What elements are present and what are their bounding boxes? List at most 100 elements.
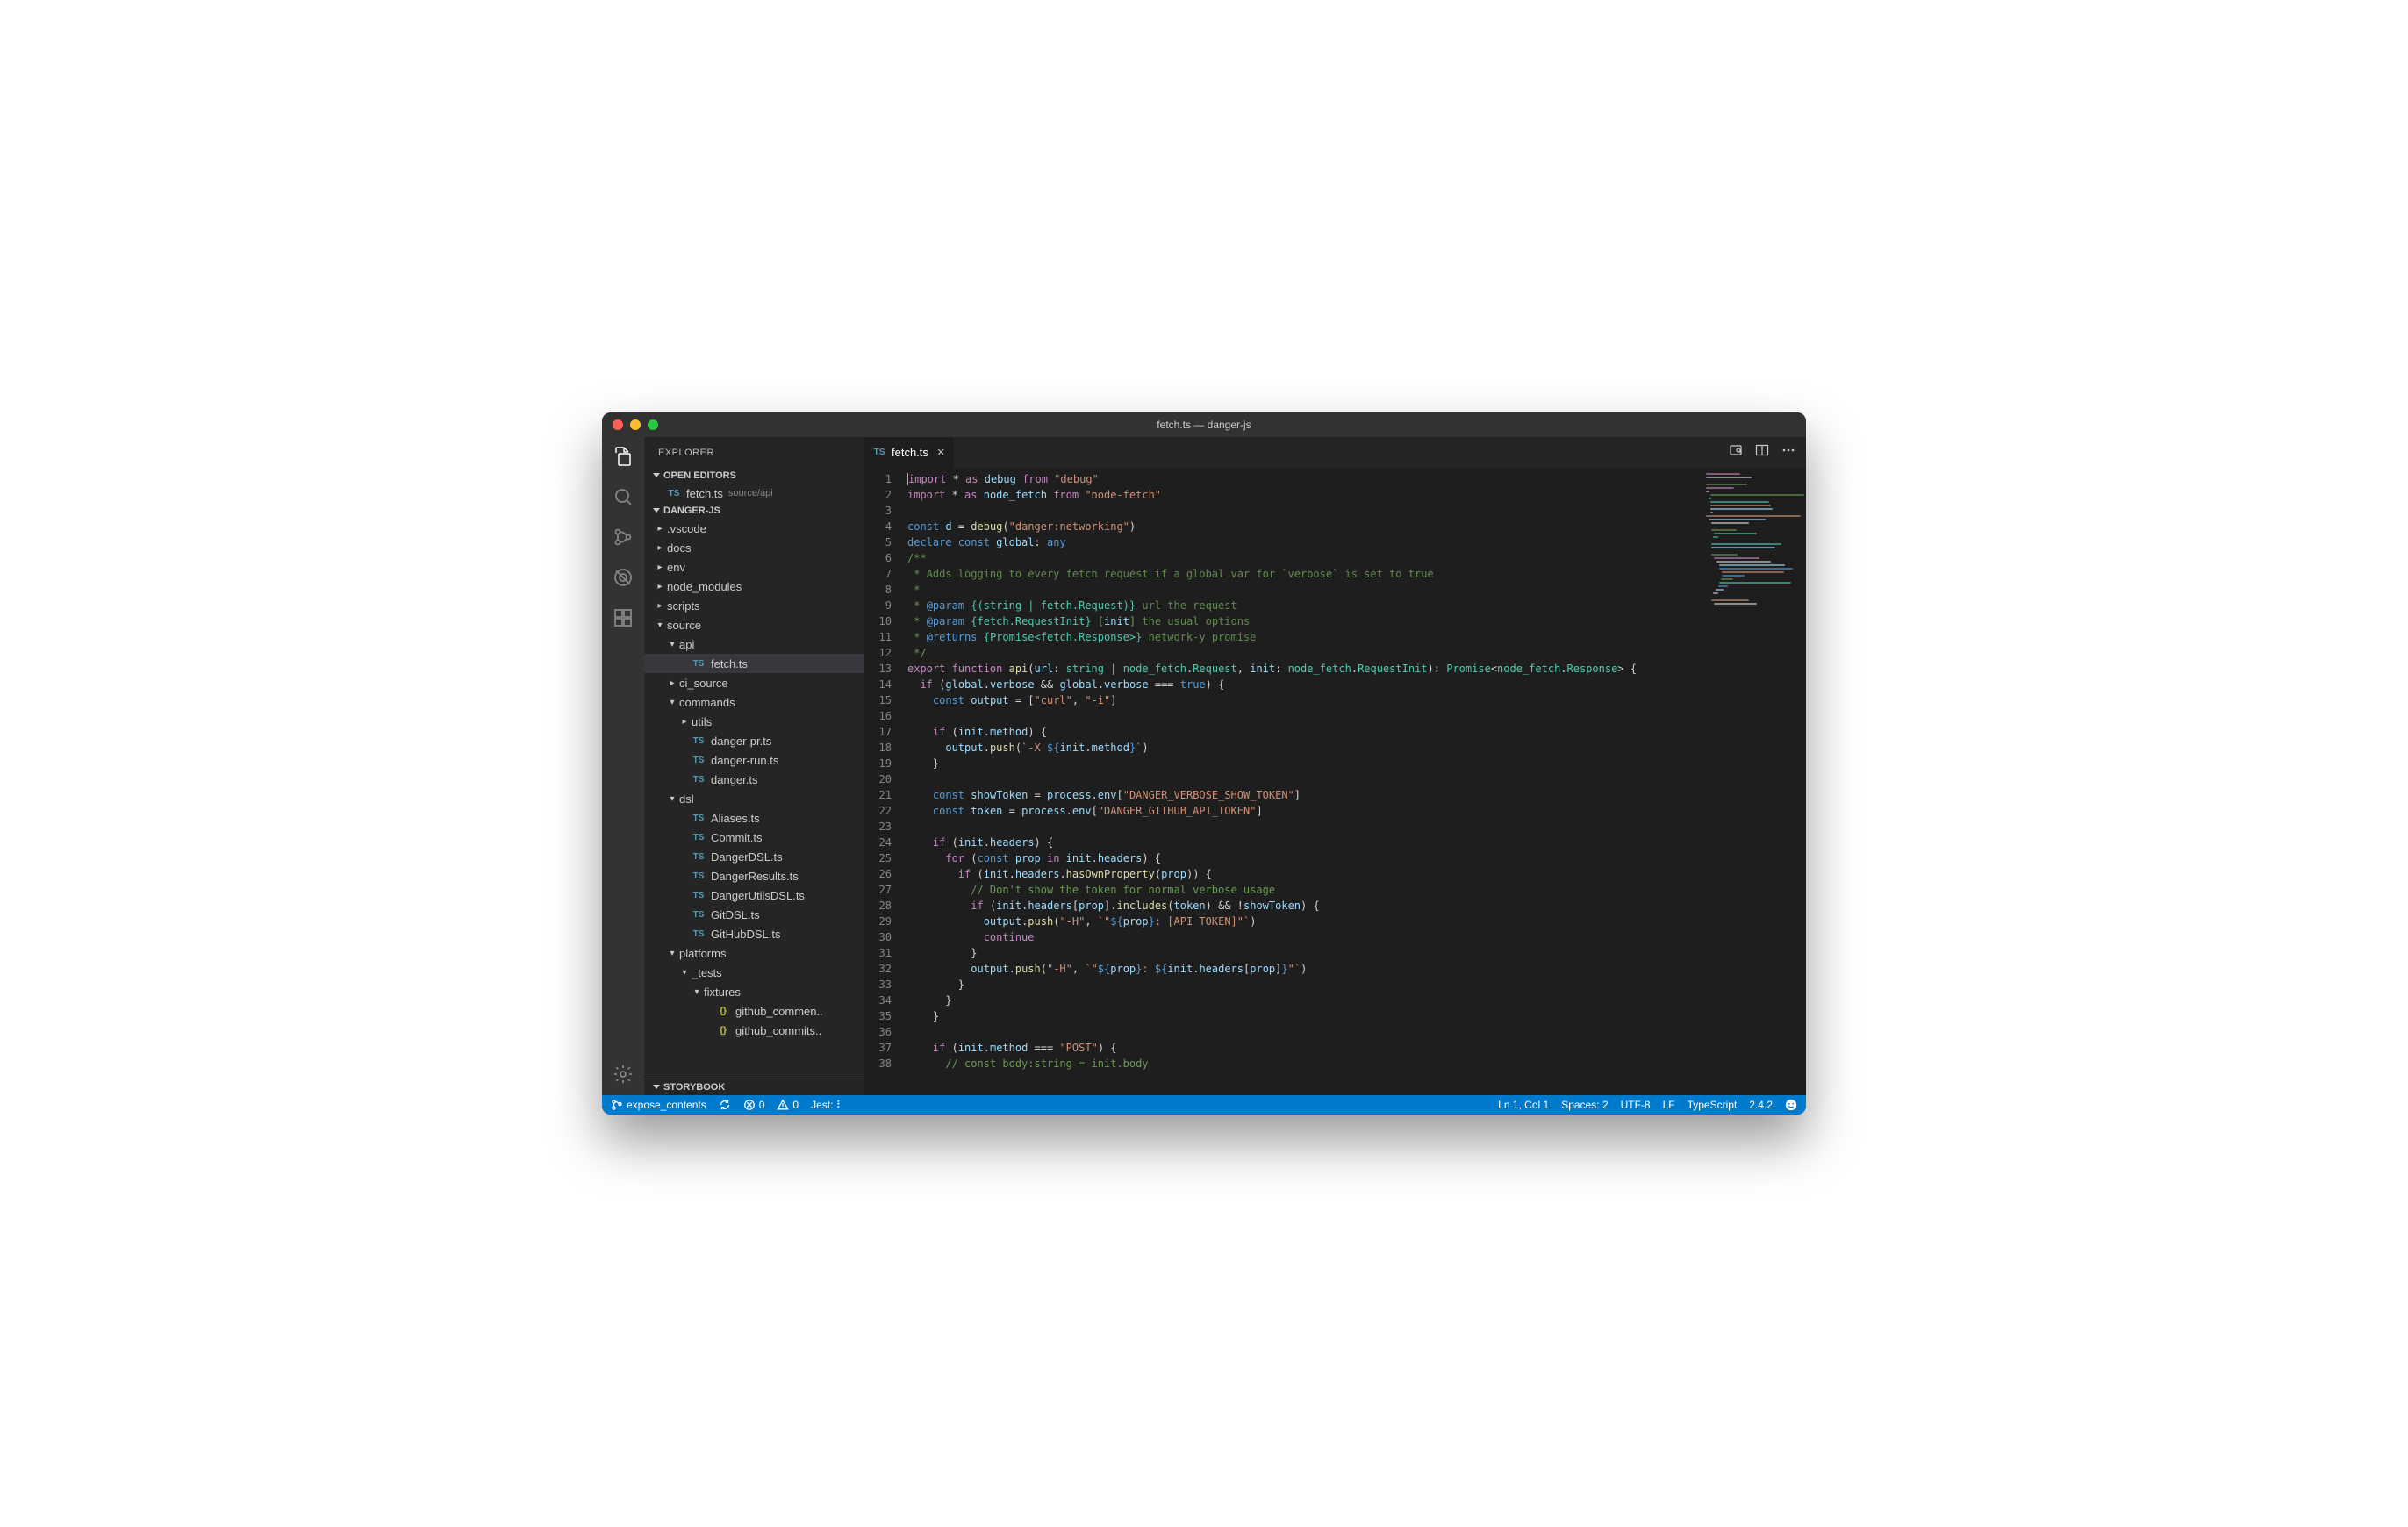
chevron-icon: ▾ (656, 620, 663, 630)
workbench: EXPLORER OPEN EDITORS TSfetch.tssource/a… (602, 437, 1806, 1095)
file-item[interactable]: TSDangerDSL.ts (644, 847, 864, 866)
file-item[interactable]: TSfetch.ts (644, 654, 864, 673)
status-version[interactable]: 2.4.2 (1749, 1099, 1773, 1111)
ts-icon: TS (692, 736, 706, 746)
folder-item[interactable]: ▾fixtures (644, 982, 864, 1001)
chevron-icon: ▸ (669, 678, 676, 688)
close-tab-icon[interactable]: × (937, 445, 945, 460)
close-window[interactable] (613, 419, 623, 430)
ts-icon: TS (692, 775, 706, 785)
chevron-icon: ▸ (656, 543, 663, 553)
zoom-window[interactable] (648, 419, 658, 430)
chevron-icon: ▾ (669, 698, 676, 707)
chevron-icon: ▾ (669, 794, 676, 804)
minimize-window[interactable] (630, 419, 641, 430)
storybook-section[interactable]: STORYBOOK (644, 1079, 864, 1095)
file-item[interactable]: TSdanger-pr.ts (644, 731, 864, 750)
status-sync[interactable] (719, 1099, 731, 1111)
chevron-icon: ▸ (656, 582, 663, 591)
chevron-icon: ▾ (681, 968, 688, 978)
file-item[interactable]: TSdanger.ts (644, 770, 864, 789)
status-bar: expose_contents 0 0 Jest: ⠇ Ln 1, Col 1 … (602, 1095, 1806, 1115)
ts-icon: TS (692, 929, 706, 939)
editor-tab[interactable]: TS fetch.ts × (864, 437, 955, 468)
folder-item[interactable]: ▾api (644, 634, 864, 654)
file-item[interactable]: TSCommit.ts (644, 828, 864, 847)
debug-tab[interactable] (611, 565, 635, 590)
folder-item[interactable]: ▸env (644, 557, 864, 577)
ts-icon: TS (667, 489, 681, 498)
folder-item[interactable]: ▸.vscode (644, 519, 864, 538)
file-item[interactable]: {}github_commen.. (644, 1001, 864, 1021)
chevron-icon: ▸ (656, 601, 663, 611)
status-spaces[interactable]: Spaces: 2 (1561, 1099, 1608, 1111)
sidebar-title: EXPLORER (644, 437, 864, 468)
vscode-window: fetch.ts — danger-js EXPLORER OPEN EDITO… (602, 412, 1806, 1115)
chevron-icon: ▾ (693, 987, 700, 997)
folder-item[interactable]: ▸node_modules (644, 577, 864, 596)
folder-item[interactable]: ▸ci_source (644, 673, 864, 692)
chevron-icon: ▾ (669, 640, 676, 649)
ts-icon: TS (692, 891, 706, 900)
status-feedback[interactable] (1785, 1099, 1797, 1111)
folder-item[interactable]: ▾_tests (644, 963, 864, 982)
file-item[interactable]: TSDangerUtilsDSL.ts (644, 885, 864, 905)
ts-icon: TS (692, 852, 706, 862)
ts-icon: TS (692, 910, 706, 920)
split-editor-icon[interactable] (1755, 443, 1769, 462)
more-actions-icon[interactable] (1781, 443, 1795, 462)
folder-item[interactable]: ▸utils (644, 712, 864, 731)
ts-icon: TS (692, 833, 706, 842)
extensions-tab[interactable] (611, 606, 635, 630)
settings-gear[interactable] (611, 1062, 635, 1086)
folder-item[interactable]: ▾dsl (644, 789, 864, 808)
tab-label: fetch.ts (892, 446, 928, 459)
chevron-icon: ▸ (681, 717, 688, 727)
file-tree: ▸.vscode▸docs▸env▸node_modules▸scripts▾s… (644, 519, 864, 1079)
code-content[interactable]: import * as debug from "debug"import * a… (907, 468, 1701, 1095)
open-editor-item[interactable]: TSfetch.tssource/api (644, 484, 864, 503)
js-icon: {} (716, 1007, 730, 1016)
file-item[interactable]: TSDangerResults.ts (644, 866, 864, 885)
minimap[interactable] (1701, 468, 1806, 1095)
status-warnings[interactable]: 0 (777, 1099, 799, 1111)
status-lang[interactable]: TypeScript (1688, 1099, 1738, 1111)
status-errors[interactable]: 0 (743, 1099, 765, 1111)
folder-item[interactable]: ▾platforms (644, 943, 864, 963)
folder-item[interactable]: ▾commands (644, 692, 864, 712)
activity-bar (602, 437, 644, 1095)
project-section[interactable]: DANGER-JS (644, 503, 864, 519)
scm-tab[interactable] (611, 525, 635, 549)
status-eol[interactable]: LF (1663, 1099, 1675, 1111)
ts-icon: TS (692, 659, 706, 669)
ts-icon: TS (692, 814, 706, 823)
chevron-icon: ▸ (656, 524, 663, 534)
explorer-sidebar: EXPLORER OPEN EDITORS TSfetch.tssource/a… (644, 437, 864, 1095)
open-editors-list: TSfetch.tssource/api (644, 484, 864, 503)
status-jest[interactable]: Jest: ⠇ (811, 1099, 843, 1111)
folder-item[interactable]: ▾source (644, 615, 864, 634)
code-area[interactable]: 1234567891011121314151617181920212223242… (864, 468, 1806, 1095)
ts-icon: TS (692, 871, 706, 881)
traffic-lights (602, 419, 658, 430)
folder-item[interactable]: ▸scripts (644, 596, 864, 615)
status-cursor[interactable]: Ln 1, Col 1 (1498, 1099, 1549, 1111)
open-editors-section[interactable]: OPEN EDITORS (644, 468, 864, 484)
search-tab[interactable] (611, 484, 635, 509)
file-item[interactable]: {}github_commits.. (644, 1021, 864, 1040)
status-encoding[interactable]: UTF-8 (1621, 1099, 1651, 1111)
titlebar: fetch.ts — danger-js (602, 412, 1806, 437)
status-branch[interactable]: expose_contents (611, 1099, 706, 1111)
js-icon: {} (716, 1026, 730, 1036)
file-item[interactable]: TSGitDSL.ts (644, 905, 864, 924)
chevron-icon: ▸ (656, 563, 663, 572)
editor-group: TS fetch.ts × 12345678910111213141516171… (864, 437, 1806, 1095)
file-item[interactable]: TSdanger-run.ts (644, 750, 864, 770)
explorer-tab[interactable] (611, 444, 635, 469)
chevron-icon: ▾ (669, 949, 676, 958)
folder-item[interactable]: ▸docs (644, 538, 864, 557)
editor-actions (1729, 437, 1806, 468)
preview-icon[interactable] (1729, 443, 1743, 462)
file-item[interactable]: TSGitHubDSL.ts (644, 924, 864, 943)
file-item[interactable]: TSAliases.ts (644, 808, 864, 828)
